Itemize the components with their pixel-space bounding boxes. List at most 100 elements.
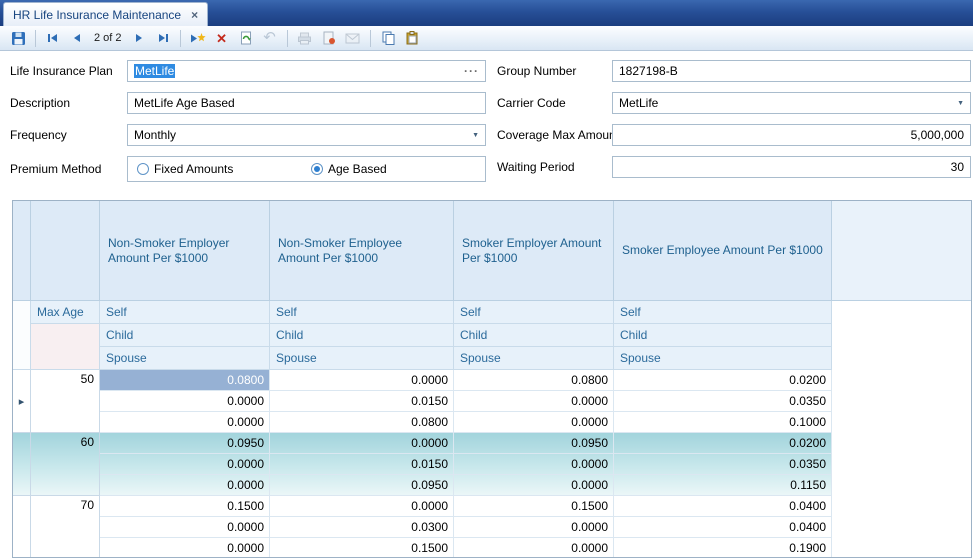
grid-cell[interactable]: 0.0000 <box>270 496 454 517</box>
grid-subrow: 0.15000.00000.15000.0400 <box>100 496 832 517</box>
chevron-down-icon[interactable]: ▼ <box>472 132 479 139</box>
grid-cell[interactable]: 0.0950 <box>454 433 614 454</box>
grid-cell[interactable]: 0.0150 <box>270 454 454 475</box>
lookup-ellipsis-button[interactable]: ··· <box>464 64 479 78</box>
grid-cell[interactable]: 0.0000 <box>454 517 614 538</box>
grid-cell[interactable]: 0.0200 <box>614 370 832 391</box>
grid-cell[interactable]: 0.0000 <box>454 412 614 433</box>
grid-cell[interactable]: 0.0950 <box>270 475 454 496</box>
frequency-dropdown[interactable]: Monthly ▼ <box>127 124 486 146</box>
grid-cell[interactable]: 0.0400 <box>614 517 832 538</box>
coverage-max-amount-input[interactable]: 5,000,000 <box>612 124 971 146</box>
description-input[interactable]: MetLife Age Based <box>127 92 486 114</box>
grid-cell[interactable]: 0.0300 <box>270 517 454 538</box>
grid-cell[interactable]: 0.0000 <box>100 412 270 433</box>
document-stamp-icon[interactable] <box>318 28 340 48</box>
grid-cell[interactable]: 0.0200 <box>614 433 832 454</box>
save-icon[interactable] <box>7 28 29 48</box>
grid-subheader-cell[interactable]: Self <box>454 301 614 324</box>
chevron-down-icon[interactable]: ▼ <box>957 100 964 107</box>
grid-cell[interactable]: 0.1500 <box>100 496 270 517</box>
grid-cell[interactable]: 0.1150 <box>614 475 832 496</box>
group-number-input[interactable]: 1827198-B <box>612 60 971 82</box>
grid-subheader-cell[interactable]: Spouse <box>454 347 614 370</box>
grid-subheader-cell[interactable]: Self <box>270 301 454 324</box>
grid-cell[interactable]: 0.0000 <box>100 391 270 412</box>
grid-cell[interactable]: 0.0950 <box>100 433 270 454</box>
grid-cell[interactable]: 0.1900 <box>614 538 832 558</box>
print-icon[interactable] <box>294 28 316 48</box>
grid-subheader-cell[interactable]: Child <box>270 324 454 347</box>
life-insurance-plan-input[interactable]: MetLife ··· <box>127 60 486 82</box>
radio-age-based-label: Age Based <box>328 162 387 176</box>
grid-cell[interactable]: 0.1000 <box>614 412 832 433</box>
grid-cell[interactable]: 0.0000 <box>454 454 614 475</box>
tab-close-icon[interactable]: × <box>191 8 198 22</box>
refresh-icon[interactable] <box>235 28 257 48</box>
last-record-icon[interactable] <box>152 28 174 48</box>
grid-subheader-column: SelfChildSpouse <box>100 301 270 370</box>
grid-subheader-cell[interactable]: Child <box>100 324 270 347</box>
new-record-icon[interactable] <box>187 28 209 48</box>
max-age-cell[interactable]: 50 <box>31 370 100 433</box>
grid-subheader-cell[interactable]: Self <box>614 301 832 324</box>
grid-cell[interactable]: 0.0000 <box>454 475 614 496</box>
grid-cell[interactable]: 0.0000 <box>100 538 270 558</box>
grid-cell[interactable]: 0.0000 <box>100 517 270 538</box>
grid-cell[interactable]: 0.0000 <box>270 433 454 454</box>
rates-grid: Non-Smoker Employer Amount Per $1000Non-… <box>12 200 972 558</box>
copy-icon[interactable] <box>377 28 399 48</box>
life-insurance-plan-label: Life Insurance Plan <box>10 60 113 82</box>
grid-record[interactable]: 700.15000.00000.15000.04000.00000.03000.… <box>13 496 832 558</box>
grid-cell[interactable]: 0.0350 <box>614 454 832 475</box>
next-record-icon[interactable] <box>128 28 150 48</box>
grid-cell[interactable]: 0.0000 <box>100 475 270 496</box>
grid-column-header[interactable]: Non-Smoker Employee Amount Per $1000 <box>270 201 454 300</box>
grid-cell[interactable]: 0.1500 <box>270 538 454 558</box>
grid-subrow: 0.00000.15000.00000.1900 <box>100 538 832 558</box>
undo-icon[interactable]: ↶ <box>259 28 281 48</box>
max-age-column-header[interactable]: Max Age <box>31 301 100 324</box>
grid-subheader-cell[interactable]: Child <box>454 324 614 347</box>
grid-cell[interactable]: 0.0800 <box>270 412 454 433</box>
grid-cell[interactable]: 0.0150 <box>270 391 454 412</box>
grid-subrow: 0.00000.01500.00000.0350 <box>100 454 832 475</box>
grid-cell[interactable]: 0.0400 <box>614 496 832 517</box>
grid-cell[interactable]: 0.0350 <box>614 391 832 412</box>
grid-cell[interactable]: 0.0000 <box>270 370 454 391</box>
grid-subrow: 0.00000.09500.00000.1150 <box>100 475 832 496</box>
group-number-label: Group Number <box>497 60 576 82</box>
grid-cell[interactable]: 0.0800 <box>454 370 614 391</box>
grid-subheader-cell[interactable]: Spouse <box>614 347 832 370</box>
delete-record-icon[interactable]: ✕ <box>211 28 233 48</box>
grid-subheader-cell[interactable]: Spouse <box>100 347 270 370</box>
first-record-icon[interactable] <box>42 28 64 48</box>
carrier-code-dropdown[interactable]: MetLife ▼ <box>612 92 971 114</box>
grid-cell[interactable]: 0.0000 <box>454 391 614 412</box>
waiting-period-input[interactable]: 30 <box>612 156 971 178</box>
grid-cell[interactable]: 0.1500 <box>454 496 614 517</box>
grid-record[interactable]: 600.09500.00000.09500.02000.00000.01500.… <box>13 433 832 496</box>
frequency-label: Frequency <box>10 124 67 146</box>
max-age-cell[interactable]: 60 <box>31 433 100 496</box>
grid-cell[interactable]: 0.0800 <box>100 370 270 391</box>
radio-fixed-amounts[interactable]: Fixed Amounts <box>137 157 233 181</box>
grid-subheader-cell[interactable]: Child <box>614 324 832 347</box>
grid-cell[interactable]: 0.0000 <box>100 454 270 475</box>
paste-icon[interactable] <box>401 28 423 48</box>
grid-column-header[interactable]: Smoker Employee Amount Per $1000 <box>614 201 832 300</box>
tab-title: HR Life Insurance Maintenance <box>13 8 181 22</box>
grid-record[interactable]: ▸500.08000.00000.08000.02000.00000.01500… <box>13 370 832 433</box>
tab-hr-life-insurance-maintenance[interactable]: HR Life Insurance Maintenance × <box>3 2 208 26</box>
grid-subheader-band: Max Age SelfChildSpouseSelfChildSpouseSe… <box>13 301 971 370</box>
max-age-cell[interactable]: 70 <box>31 496 100 558</box>
grid-column-header[interactable]: Non-Smoker Employer Amount Per $1000 <box>100 201 270 300</box>
grid-column-header[interactable]: Smoker Employer Amount Per $1000 <box>454 201 614 300</box>
previous-record-icon[interactable] <box>66 28 88 48</box>
grid-subheader-column: SelfChildSpouse <box>270 301 454 370</box>
email-icon[interactable] <box>342 28 364 48</box>
grid-subheader-cell[interactable]: Spouse <box>270 347 454 370</box>
grid-cell[interactable]: 0.0000 <box>454 538 614 558</box>
grid-subheader-cell[interactable]: Self <box>100 301 270 324</box>
radio-age-based[interactable]: Age Based <box>311 157 387 181</box>
